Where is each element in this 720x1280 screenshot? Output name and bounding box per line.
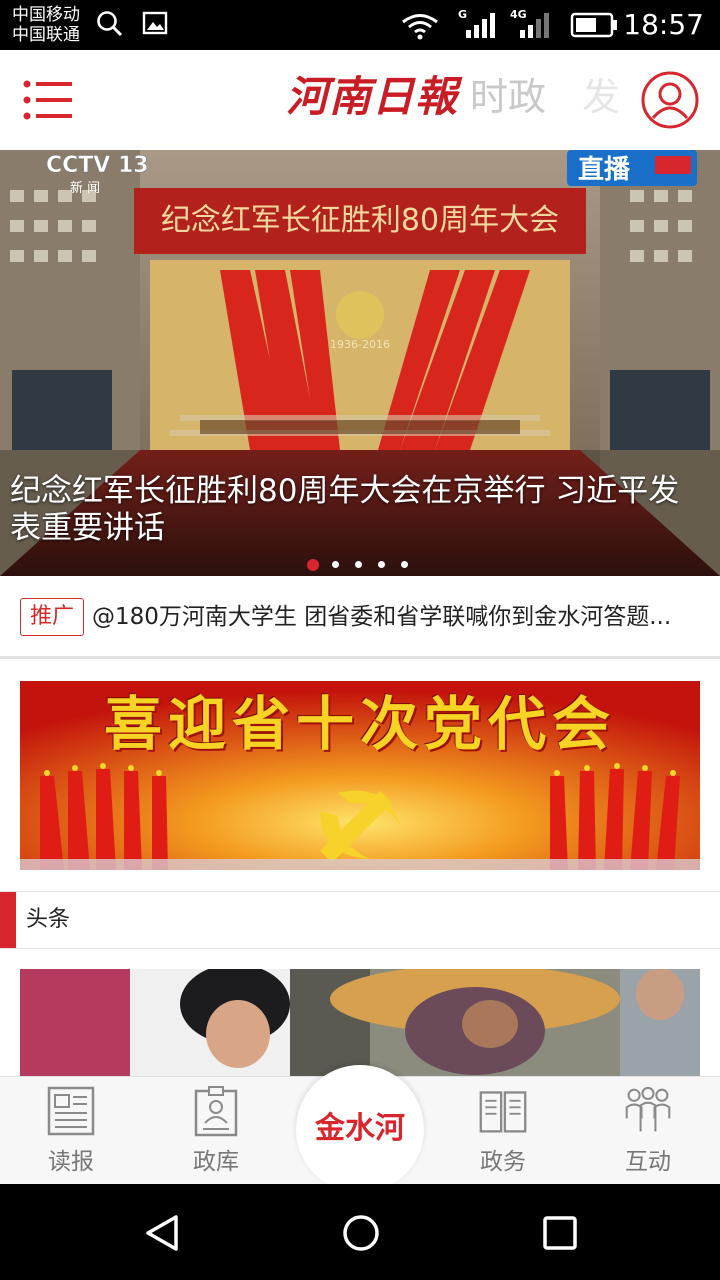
app-header: 河南日報 时政 发: [0, 50, 720, 150]
nav-label: 政库: [193, 1149, 239, 1175]
newspaper-icon: [47, 1086, 95, 1136]
nav-label: 互动: [625, 1149, 671, 1175]
nav-label: 读报: [48, 1149, 94, 1175]
nav-item-gov-affairs[interactable]: 政务: [443, 1077, 563, 1185]
channel-sub: 新 闻: [70, 180, 100, 196]
promo-tag: 推广: [20, 598, 84, 636]
promo-row[interactable]: 推广 @180万河南大学生 团省委和省学联喊你到金水河答题...: [0, 577, 720, 659]
menu-icon[interactable]: [22, 78, 74, 122]
hero-caption[interactable]: 纪念红军长征胜利80周年大会在京举行 习近平发表重要讲话: [10, 473, 710, 547]
nav-center-label: 金水河: [315, 1111, 405, 1146]
gallery-icon: [142, 11, 168, 35]
carousel-dot[interactable]: [355, 561, 362, 568]
nav-label: 政务: [480, 1149, 526, 1175]
back-icon[interactable]: [144, 1214, 180, 1252]
people-icon: [625, 1086, 671, 1132]
channel-logo: CCTV 13: [46, 153, 149, 178]
carousel-dot-active[interactable]: [307, 558, 319, 571]
live-badge: 直播: [578, 155, 631, 185]
banner-title: 喜迎省十次党代会: [103, 690, 616, 758]
nav-item-gov-library[interactable]: 政库: [156, 1077, 276, 1185]
section-accent-bar: [0, 892, 16, 948]
section-header: 头条: [0, 891, 720, 949]
system-nav-bar: [0, 1184, 720, 1280]
carousel-dot[interactable]: [332, 561, 339, 568]
carousel-dot[interactable]: [401, 561, 408, 568]
signal-2-icon: [520, 13, 549, 38]
carousel-indicator: [307, 554, 424, 571]
section-title: 头条: [26, 907, 71, 932]
tab-politics[interactable]: 时政: [470, 72, 546, 122]
app-logo[interactable]: 河南日報: [286, 70, 458, 124]
status-bar: 中国移动 中国联通 G 4G 18:57: [0, 0, 720, 50]
id-card-icon: [194, 1086, 238, 1137]
clock: 18:57: [623, 8, 704, 41]
hall-banner-text: 纪念红军长征胜利80周年大会: [161, 203, 559, 238]
home-icon[interactable]: [342, 1214, 380, 1252]
hero-carousel[interactable]: 纪念红军长征胜利80周年大会 1936-2016 CCTV 13 新 闻 直播 …: [0, 150, 720, 576]
carousel-dot[interactable]: [378, 561, 385, 568]
bottom-nav: 读报 政库 金水河 政务 互动: [0, 1065, 720, 1193]
signal-1-icon: [466, 13, 495, 38]
carrier-names: 中国移动 中国联通: [12, 5, 80, 45]
search-icon: [97, 11, 123, 37]
user-icon[interactable]: [640, 70, 700, 130]
recent-apps-icon[interactable]: [542, 1215, 578, 1251]
news-photo: [20, 969, 700, 1079]
battery-icon: [570, 12, 617, 38]
nav-item-jinshuihe[interactable]: 金水河: [296, 1065, 424, 1193]
promo-text[interactable]: @180万河南大学生 团省委和省学联喊你到金水河答题...: [92, 598, 702, 636]
nav-item-read-paper[interactable]: 读报: [11, 1077, 131, 1185]
nav-item-interaction[interactable]: 互动: [588, 1077, 708, 1185]
carrier-1: 中国移动: [12, 5, 80, 25]
congress-banner[interactable]: 喜迎省十次党代会: [20, 681, 700, 870]
wifi-icon: [402, 14, 438, 40]
carrier-2: 中国联通: [12, 25, 80, 45]
book-open-icon: [479, 1091, 527, 1133]
emblem-years: 1936-2016: [330, 338, 390, 351]
headline-news-image[interactable]: [20, 969, 700, 1079]
tab-next[interactable]: 发: [582, 72, 620, 122]
